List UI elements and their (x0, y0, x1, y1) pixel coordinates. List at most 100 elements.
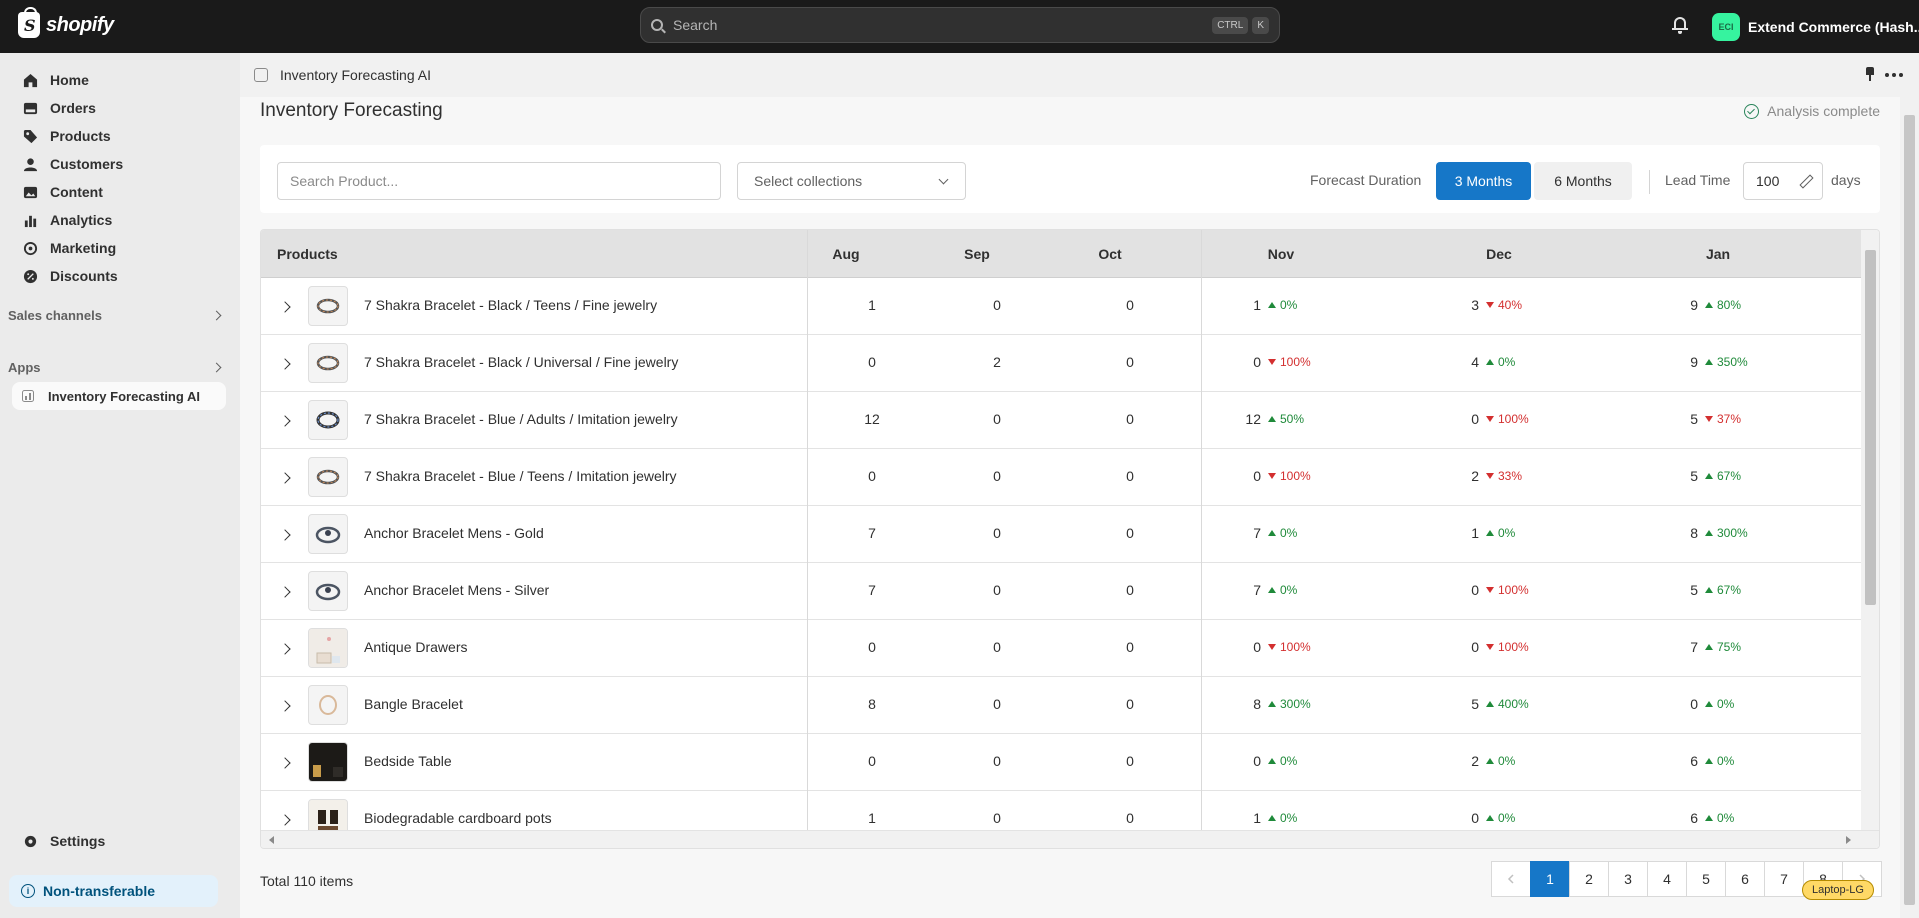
table-row[interactable]: 7 Shakra Bracelet - Black / Universal / … (261, 335, 1861, 392)
jan-change-value: 37% (1717, 412, 1742, 426)
product-name[interactable]: Anchor Bracelet Mens - Gold (364, 525, 544, 541)
nov-change: 0% (1268, 583, 1297, 597)
lead-time-input[interactable]: 100 (1743, 162, 1823, 200)
expand-row-icon[interactable] (278, 811, 296, 829)
expand-row-icon[interactable] (278, 412, 296, 430)
nov-change-value: 100% (1280, 469, 1311, 483)
table-row[interactable]: Antique Drawers 0 0 0 0 100% 0 100% 7 75% (261, 620, 1861, 677)
duration-6-months-button[interactable]: 6 Months (1534, 162, 1632, 200)
product-name[interactable]: 7 Shakra Bracelet - Blue / Adults / Imit… (364, 411, 678, 427)
table-row[interactable]: Bedside Table 0 0 0 0 0% 2 0% 6 0% (261, 734, 1861, 791)
column-header-aug[interactable]: Aug (826, 230, 866, 278)
sales-channels-section[interactable]: Sales channels (8, 308, 226, 323)
more-actions-icon[interactable] (1885, 73, 1903, 77)
column-header-nov[interactable]: Nov (1261, 230, 1301, 278)
arrow-up-icon (1705, 473, 1713, 479)
table-row[interactable]: Anchor Bracelet Mens - Gold 7 0 0 7 0% 1 0% 8 300… (261, 506, 1861, 563)
sidebar-item-home[interactable]: Home (12, 66, 226, 94)
analysis-status: Analysis complete (1744, 103, 1880, 119)
sidebar-item-marketing[interactable]: Marketing (12, 234, 226, 262)
expand-row-icon[interactable] (278, 640, 296, 658)
sidebar-item-orders[interactable]: Orders (12, 94, 226, 122)
scrollbar-thumb[interactable] (1904, 115, 1915, 905)
duration-3-months-button[interactable]: 3 Months (1436, 162, 1531, 200)
table-vertical-scrollbar[interactable] (1861, 230, 1879, 830)
page-button-4[interactable]: 4 (1647, 861, 1687, 897)
shopify-bag-icon: S (18, 7, 40, 38)
sidebar-item-discounts[interactable]: Discounts (12, 262, 226, 290)
expand-row-icon[interactable] (278, 298, 296, 316)
expand-row-icon[interactable] (278, 355, 296, 373)
product-name[interactable]: 7 Shakra Bracelet - Black / Teens / Fine… (364, 297, 657, 313)
table-row[interactable]: 7 Shakra Bracelet - Blue / Teens / Imita… (261, 449, 1861, 506)
page-button-5[interactable]: 5 (1686, 861, 1726, 897)
aug-value: 1 (868, 810, 876, 826)
notifications-bell-icon[interactable] (1672, 16, 1688, 34)
nov-value: 0 (1253, 354, 1261, 370)
sidebar-item-content[interactable]: Content (12, 178, 226, 206)
search-product-input[interactable] (277, 162, 721, 200)
jan-change-value: 0% (1717, 811, 1735, 825)
table-horizontal-scrollbar[interactable] (261, 830, 1879, 848)
product-name[interactable]: Antique Drawers (364, 639, 468, 655)
table-row[interactable]: 7 Shakra Bracelet - Blue / Adults / Imit… (261, 392, 1861, 449)
expand-row-icon[interactable] (278, 754, 296, 772)
sidebar-item-customers[interactable]: Customers (12, 150, 226, 178)
store-menu[interactable]: ECI Extend Commerce (Hash... (1712, 13, 1919, 41)
page-button-7[interactable]: 7 (1764, 861, 1804, 897)
sidebar-item-label: Settings (50, 833, 106, 849)
global-search-placeholder: Search (673, 17, 718, 33)
table-row[interactable]: Bangle Bracelet 8 0 0 8 300% 5 400% 0 0% (261, 677, 1861, 734)
nov-value: 12 (1245, 411, 1261, 427)
arrow-up-icon (1486, 815, 1494, 821)
sidebar-item-settings[interactable]: Settings (12, 827, 226, 855)
product-name[interactable]: 7 Shakra Bracelet - Black / Universal / … (364, 354, 678, 370)
pencil-icon[interactable] (1800, 175, 1812, 187)
page-button-1[interactable]: 1 (1530, 861, 1570, 897)
arrow-up-icon (1486, 758, 1494, 764)
column-header-sep[interactable]: Sep (957, 230, 997, 278)
sidebar-item-products[interactable]: Products (12, 122, 226, 150)
non-transferable-banner[interactable]: i Non-transferable (9, 875, 218, 907)
store-name: Extend Commerce (Hash... (1748, 19, 1919, 35)
scroll-left-icon[interactable] (269, 836, 274, 844)
jan-value: 6 (1690, 810, 1698, 826)
arrow-up-icon (1268, 587, 1276, 593)
expand-row-icon[interactable] (278, 697, 296, 715)
page-button-2[interactable]: 2 (1569, 861, 1609, 897)
apps-section[interactable]: Apps (8, 360, 226, 375)
product-name[interactable]: Bedside Table (364, 753, 452, 769)
column-header-oct[interactable]: Oct (1090, 230, 1130, 278)
sidebar-item-label: Home (50, 72, 89, 88)
dec-value: 0 (1471, 810, 1479, 826)
product-name[interactable]: 7 Shakra Bracelet - Blue / Teens / Imita… (364, 468, 677, 484)
product-name[interactable]: Bangle Bracelet (364, 696, 463, 712)
column-header-dec[interactable]: Dec (1479, 230, 1519, 278)
app-content: Inventory Forecasting Analysis complete … (240, 97, 1900, 918)
page-vertical-scrollbar[interactable] (1900, 97, 1919, 918)
page-button-6[interactable]: 6 (1725, 861, 1765, 897)
global-search[interactable]: Search CTRL K (640, 7, 1280, 43)
page-button-3[interactable]: 3 (1608, 861, 1648, 897)
select-collections-dropdown[interactable]: Select collections (737, 162, 966, 200)
jan-change-value: 0% (1717, 697, 1735, 711)
table-row[interactable]: Anchor Bracelet Mens - Silver 7 0 0 7 0% 0 100%… (261, 563, 1861, 620)
jan-value: 9 (1690, 297, 1698, 313)
product-name[interactable]: Anchor Bracelet Mens - Silver (364, 582, 549, 598)
jan-change-value: 67% (1717, 583, 1742, 597)
column-header-jan[interactable]: Jan (1698, 230, 1738, 278)
prev-page-button[interactable] (1491, 861, 1531, 897)
column-header-products[interactable]: Products (277, 230, 577, 278)
expand-row-icon[interactable] (278, 583, 296, 601)
product-name[interactable]: Biodegradable cardboard pots (364, 810, 552, 826)
scroll-right-icon[interactable] (1846, 836, 1851, 844)
scrollbar-thumb[interactable] (1865, 250, 1876, 605)
sidebar-item-inventory-forecasting[interactable]: Inventory Forecasting AI (12, 382, 226, 410)
shopify-logo[interactable]: S shopify (18, 7, 114, 38)
pin-icon[interactable] (1865, 67, 1875, 81)
expand-row-icon[interactable] (278, 469, 296, 487)
table-row[interactable]: 7 Shakra Bracelet - Black / Teens / Fine… (261, 278, 1861, 335)
sidebar-item-analytics[interactable]: Analytics (12, 206, 226, 234)
dec-change-value: 0% (1498, 754, 1516, 768)
expand-row-icon[interactable] (278, 526, 296, 544)
